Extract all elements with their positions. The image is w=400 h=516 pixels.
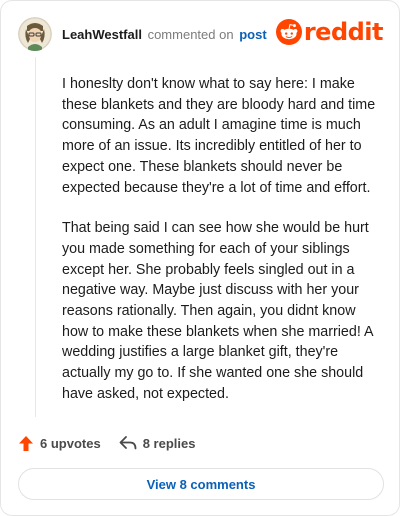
thread-line[interactable] — [35, 57, 36, 417]
post-link[interactable]: post — [239, 27, 266, 42]
avatar-image — [18, 17, 52, 51]
reddit-logo[interactable]: reddit — [275, 18, 384, 46]
reply-arrow-icon — [119, 436, 137, 450]
upvote-button[interactable]: 6 upvotes — [18, 435, 101, 452]
comment-paragraph: That being said I can see how she would … — [62, 220, 373, 402]
comment-body: I honeslty don't know what to say here: … — [62, 74, 385, 425]
comment-card: LeahWestfall commented on post reddit I … — [0, 0, 400, 516]
reddit-alien-icon — [275, 19, 302, 45]
view-comments-button[interactable]: View 8 comments — [18, 468, 384, 500]
commented-on-text: commented on — [147, 26, 234, 42]
byline: LeahWestfall commented on post — [62, 27, 267, 42]
comment-paragraph: I honeslty don't know what to say here: … — [62, 76, 376, 196]
username-link[interactable]: LeahWestfall — [62, 27, 142, 42]
upvote-arrow-icon — [19, 435, 33, 451]
reddit-wordmark: reddit — [303, 18, 384, 46]
comment-actions: 6 upvotes 8 replies — [18, 432, 213, 454]
upvote-count: 6 upvotes — [40, 435, 101, 451]
replies-button[interactable]: 8 replies — [119, 435, 196, 451]
replies-count: 8 replies — [142, 435, 196, 451]
avatar[interactable] — [18, 17, 52, 51]
